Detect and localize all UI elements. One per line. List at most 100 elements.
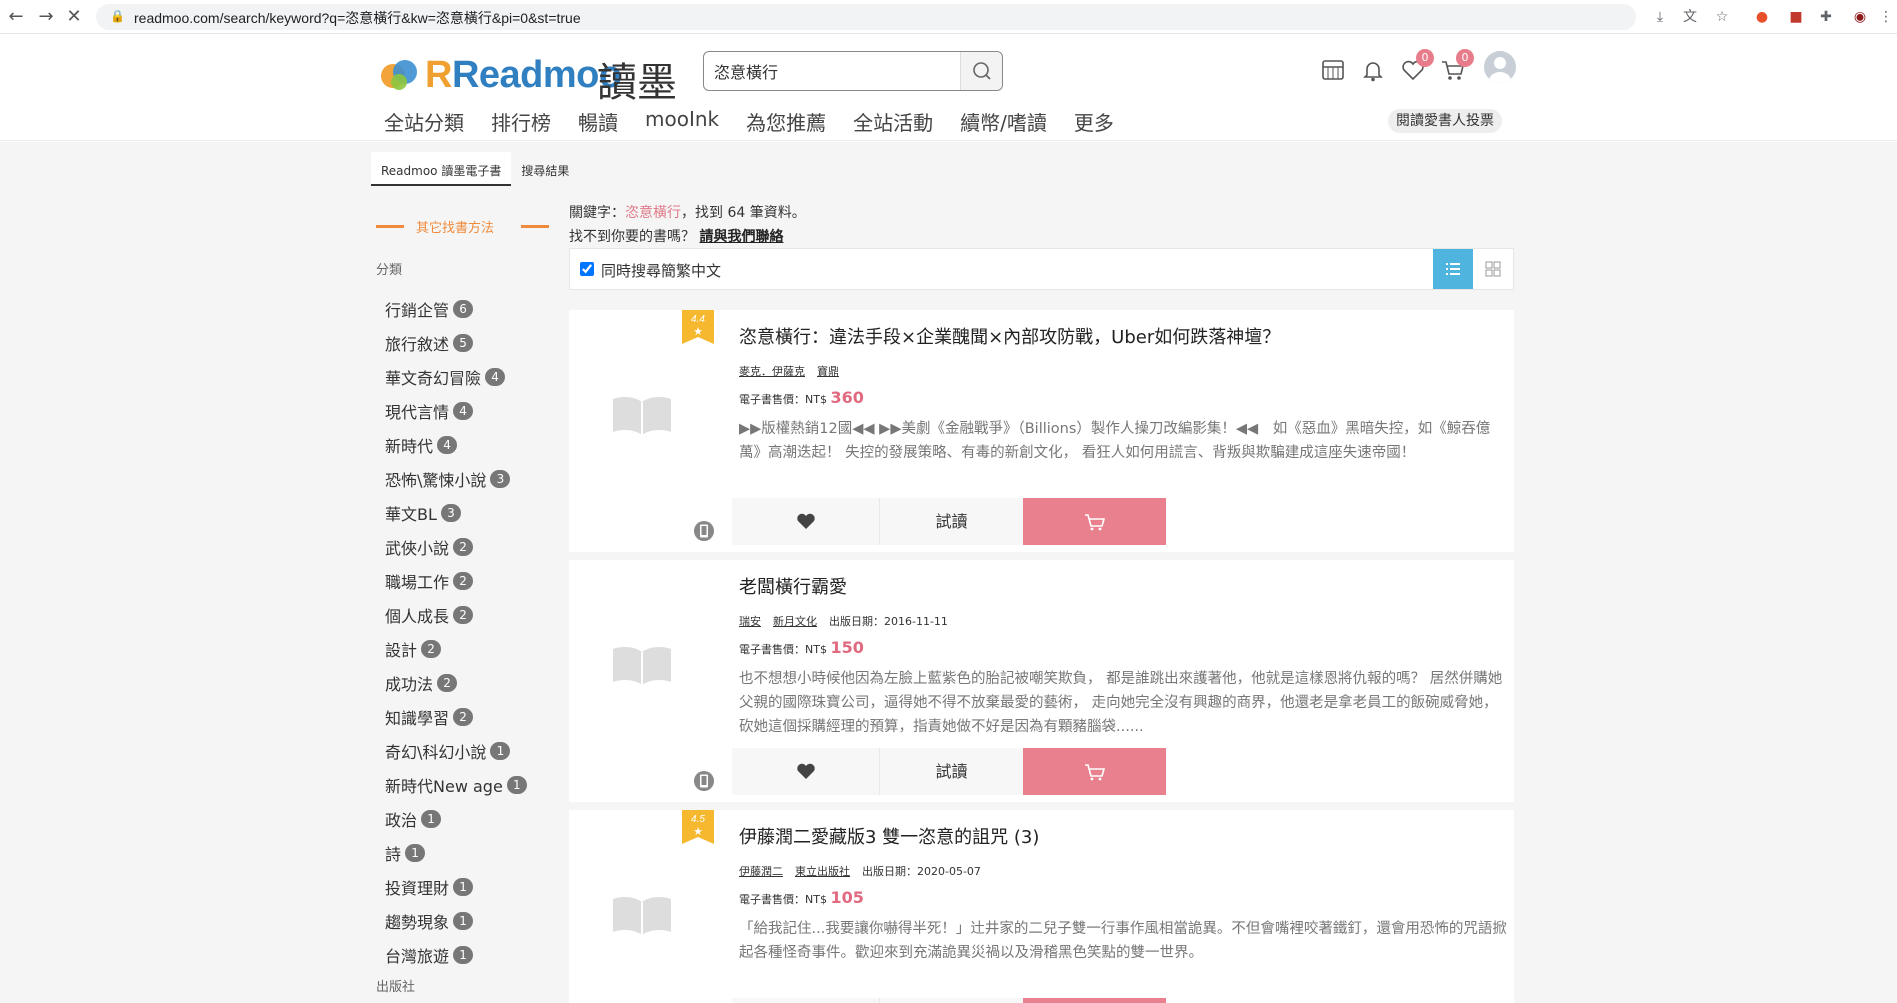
add-to-wishlist-button[interactable] — [732, 498, 880, 545]
nav-recommended[interactable]: 為您推薦 — [746, 107, 826, 135]
trial-read-button[interactable]: 試讀 — [880, 998, 1023, 1003]
grid-view-button[interactable] — [1473, 249, 1513, 289]
category-item[interactable]: 華文BL 3 — [385, 496, 555, 530]
nav-coins[interactable]: 續幣/嗜讀 — [960, 107, 1047, 135]
cart-icon — [1085, 514, 1106, 531]
translate-icon[interactable]: 文 — [1680, 7, 1700, 27]
trial-read-button[interactable]: 試讀 — [880, 748, 1023, 795]
book-publish-date: 出版日期：2020-05-07 — [862, 865, 981, 878]
category-item[interactable]: 台灣旅遊 1 — [385, 938, 555, 972]
extension-icon[interactable]: ● — [1752, 7, 1772, 27]
category-item[interactable]: 投資理財 1 — [385, 870, 555, 904]
bookmark-star-icon[interactable]: ☆ — [1712, 7, 1732, 27]
book-title[interactable]: 老闆橫行霸愛 — [739, 573, 847, 599]
category-item[interactable]: 奇幻\科幻小說 1 — [385, 734, 555, 768]
book-publisher-link[interactable]: 東立出版社 — [795, 865, 850, 878]
wishlist-count-badge: 0 — [1416, 49, 1434, 67]
not-found-prompt: 找不到你要的書嗎？ 請與我們聯絡 — [569, 229, 784, 245]
book-result-card: 老闆橫行霸愛 瑞安 新月文化 出版日期：2016-11-11 電子書售價：NT$ 1… — [569, 560, 1514, 802]
nav-rankings[interactable]: 排行榜 — [491, 107, 551, 135]
category-item[interactable]: 個人成長 2 — [385, 598, 555, 632]
category-item[interactable]: 趨勢現象 1 — [385, 904, 555, 938]
notification-bell-icon[interactable] — [1358, 55, 1388, 85]
search-button[interactable] — [960, 52, 1002, 90]
wishlist-heart-icon[interactable]: 0 — [1398, 49, 1434, 85]
rating-value: 4.4 — [691, 314, 705, 325]
stop-loading-icon[interactable]: ✕ — [62, 5, 86, 29]
category-item[interactable]: 旅行敘述 5 — [385, 326, 555, 360]
add-to-cart-button[interactable] — [1023, 498, 1166, 545]
nav-more[interactable]: 更多 — [1074, 107, 1114, 135]
category-item[interactable]: 設計 2 — [385, 632, 555, 666]
add-to-cart-button[interactable] — [1023, 748, 1166, 795]
mooink-device-icon[interactable] — [1318, 55, 1348, 85]
book-cover-placeholder-icon[interactable] — [609, 390, 675, 440]
category-item[interactable]: 華文奇幻冒險 4 — [385, 360, 555, 394]
breadcrumb-home[interactable]: Readmoo 讀墨電子書 — [371, 152, 512, 186]
address-bar[interactable]: 🔒 readmoo.com/search/keyword?q=恣意橫行&kw=恣… — [96, 4, 1636, 30]
book-title[interactable]: 恣意橫行：違法手段×企業醜聞×內部攻防戰，Uber如何跌落神壇？ — [739, 323, 1280, 349]
book-description: 也不想想小時候他因為左臉上藍紫色的胎記被嘲笑欺負， 都是誰跳出來護著他，他就是這… — [739, 671, 1503, 735]
nav-unlimited[interactable]: 暢讀 — [578, 107, 618, 135]
category-item[interactable]: 詩1 — [385, 836, 555, 870]
book-description: 「給我記住...我要讓你嚇得半死！」辻井家的二兒子雙一行事作風相當詭異。不但會嘴… — [739, 921, 1507, 961]
extensions-puzzle-icon[interactable]: ✚ — [1816, 7, 1836, 27]
category-section-label: 分類 — [376, 263, 403, 278]
add-to-cart-button[interactable] — [1023, 998, 1166, 1003]
nav-all-categories[interactable]: 全站分類 — [384, 107, 464, 135]
user-avatar[interactable] — [1484, 51, 1516, 83]
forward-icon[interactable]: → — [34, 5, 58, 29]
other-search-methods-heading[interactable]: 其它找書方法 — [376, 215, 549, 237]
category-item[interactable]: 職場工作 2 — [385, 564, 555, 598]
trial-read-button[interactable]: 試讀 — [880, 498, 1023, 545]
book-title[interactable]: 伊藤潤二愛藏版3 雙一恣意的詛咒 (3) — [739, 823, 1039, 849]
reader-vote-link[interactable]: 閱讀愛書人投票 — [1388, 109, 1502, 133]
breadcrumb-search-results[interactable]: 搜尋結果 — [511, 152, 579, 186]
search-input[interactable] — [714, 61, 954, 81]
category-item[interactable]: 恐怖\驚悚小說 3 — [385, 462, 555, 496]
nav-mooink[interactable]: mooInk — [645, 107, 719, 135]
category-item[interactable]: 新時代 4 — [385, 428, 555, 462]
book-publisher-link[interactable]: 寶鼎 — [817, 365, 839, 378]
svg-text:★: ★ — [693, 325, 703, 338]
url-text: readmoo.com/search/keyword?q=恣意橫行&kw=恣意橫… — [134, 10, 581, 26]
category-item[interactable]: 現代言情 4 — [385, 394, 555, 428]
filter-bar: 同時搜尋簡繁中文 — [569, 248, 1514, 290]
category-list: 行銷企管 6 旅行敘述 5 華文奇幻冒險 4 現代言情 4 新時代 4 恐怖\驚悚小說 3 … — [385, 292, 555, 972]
category-item[interactable]: 政治 1 — [385, 802, 555, 836]
category-item[interactable]: 武俠小說 2 — [385, 530, 555, 564]
book-author-link[interactable]: 伊藤潤二 — [739, 865, 783, 878]
book-result-card: 4.5 ★ 伊藤潤二愛藏版3 雙一恣意的詛咒 (3) 伊藤潤二 東立出版社 出版日期… — [569, 810, 1514, 1003]
category-item[interactable]: 新時代New age 1 — [385, 768, 555, 802]
category-item[interactable]: 知識學習 2 — [385, 700, 555, 734]
contact-us-link[interactable]: 請與我們聯絡 — [699, 229, 783, 245]
book-publisher-link[interactable]: 新月文化 — [773, 615, 817, 628]
book-price: 電子書售價：NT$ 150 — [739, 638, 864, 657]
cart-icon — [1023, 998, 1166, 1003]
adblock-icon[interactable]: ■ — [1786, 7, 1806, 27]
book-cover-placeholder-icon[interactable] — [609, 640, 675, 690]
add-to-wishlist-button[interactable] — [732, 998, 880, 1003]
install-app-icon[interactable]: ⤓ — [1650, 7, 1670, 27]
profile-avatar-icon[interactable]: ◉ — [1850, 7, 1870, 27]
back-icon[interactable]: ← — [4, 5, 28, 29]
rating-ribbon: 4.4 ★ — [682, 310, 714, 344]
cart-icon — [1085, 764, 1106, 781]
book-author-link[interactable]: 瑞安 — [739, 615, 761, 628]
list-view-button[interactable] — [1433, 249, 1473, 289]
book-author-link[interactable]: 麥克．伊薩克 — [739, 365, 805, 378]
book-cover-placeholder-icon[interactable] — [609, 890, 675, 940]
add-to-wishlist-button[interactable] — [732, 748, 880, 795]
category-item[interactable]: 行銷企管 6 — [385, 292, 555, 326]
heart-icon — [797, 513, 815, 529]
book-meta: 瑞安 新月文化 出版日期：2016-11-11 — [739, 613, 948, 629]
site-header: RReadmoo 讀墨 0 0 全站分類 排行榜 暢讀 mooInk 為您推薦 … — [0, 35, 1897, 141]
category-item[interactable]: 成功法 2 — [385, 666, 555, 700]
search-keyword: 恣意橫行 — [625, 205, 681, 221]
browser-menu-icon[interactable]: ⋮ — [1876, 7, 1896, 27]
simul-search-checkbox[interactable] — [580, 262, 594, 276]
readmoo-logo[interactable]: RReadmoo 讀墨 — [377, 50, 679, 106]
shopping-cart-icon[interactable]: 0 — [1438, 49, 1474, 85]
simul-search-label: 同時搜尋簡繁中文 — [601, 262, 722, 280]
nav-events[interactable]: 全站活動 — [853, 107, 933, 135]
